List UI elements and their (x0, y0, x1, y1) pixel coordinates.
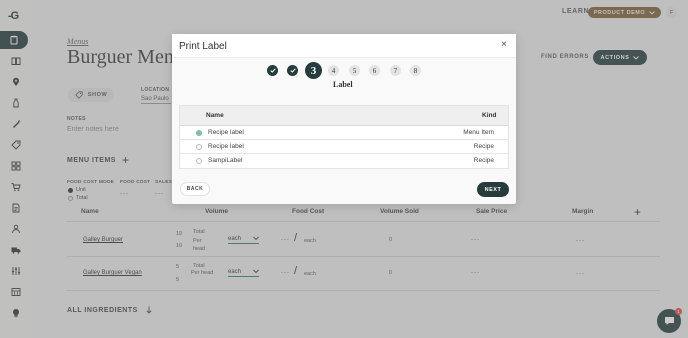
step-1[interactable] (267, 65, 278, 76)
table-row[interactable]: Recipe label Recipe (180, 140, 508, 154)
label-kind: Recipe (473, 157, 494, 164)
label-name: Recipe label (208, 129, 244, 136)
step-5[interactable]: 5 (349, 65, 360, 76)
step-7[interactable]: 7 (390, 65, 401, 76)
check-icon (289, 68, 296, 73)
step-2[interactable] (287, 65, 298, 76)
column-header-name: Name (206, 112, 224, 119)
table-row[interactable]: SampiLabel Recipe (180, 154, 508, 168)
current-step-label: Label (333, 80, 353, 89)
close-icon[interactable]: × (501, 40, 507, 50)
label-kind: Menu Item (463, 129, 494, 136)
modal-title: Print Label (179, 41, 227, 52)
column-header-kind: Kind (482, 112, 497, 119)
print-label-modal: Print Label × 3 4 5 6 7 8 Label Name Kin… (172, 34, 516, 204)
label-name: Recipe label (208, 143, 244, 150)
radio-unselected[interactable] (196, 144, 202, 150)
radio-selected[interactable] (196, 130, 202, 136)
step-3[interactable]: 3 (305, 62, 322, 79)
next-button[interactable]: NEXT (477, 182, 509, 197)
label-table: Name Kind Recipe label Menu Item Recipe … (179, 105, 509, 169)
table-row[interactable]: Recipe label Menu Item (180, 126, 508, 140)
step-4[interactable]: 4 (328, 65, 339, 76)
radio-unselected[interactable] (196, 158, 202, 164)
label-kind: Recipe (473, 143, 494, 150)
label-table-header: Name Kind (180, 106, 508, 126)
back-button[interactable]: BACK (180, 182, 210, 196)
step-8[interactable]: 8 (410, 65, 421, 76)
step-6[interactable]: 6 (369, 65, 380, 76)
modal-header: Print Label × (172, 34, 516, 58)
label-name: SampiLabel (208, 157, 243, 164)
check-icon (269, 68, 276, 73)
